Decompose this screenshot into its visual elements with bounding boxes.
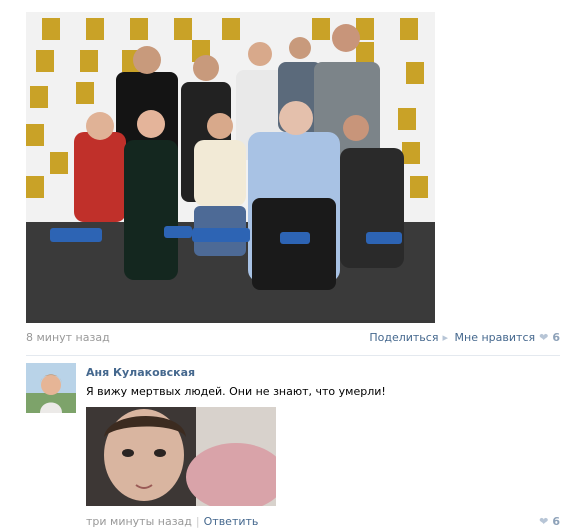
post-time[interactable]: 8 минут назад — [26, 331, 110, 344]
like-count: 6 — [552, 331, 560, 344]
comment-image[interactable] — [86, 407, 276, 506]
avatar-image — [26, 363, 76, 413]
heart-icon: ❤ — [539, 515, 549, 528]
heart-icon: ❤ — [539, 331, 549, 344]
comment-time[interactable]: три минуты назад — [86, 515, 192, 528]
comment-text: Я вижу мертвых людей. Они не знают, что … — [86, 385, 386, 398]
post-photo[interactable] — [26, 12, 435, 323]
group-photo-image — [26, 12, 435, 323]
like-button[interactable]: Мне нравится ❤ 6 — [455, 331, 560, 344]
post-meta: 8 минут назад Поделиться ▸ Мне нравится … — [26, 331, 560, 347]
like-label: Мне нравится — [454, 331, 536, 344]
comment-author-link[interactable]: Аня Кулаковская — [86, 366, 195, 379]
comment-like-button[interactable]: ❤ 6 — [539, 515, 560, 528]
footer-separator: | — [195, 515, 200, 528]
comment-footer: три минуты назад | Ответить — [86, 515, 258, 528]
reply-button[interactable]: Ответить — [204, 515, 259, 528]
comment-avatar[interactable] — [26, 363, 76, 413]
share-button[interactable]: Поделиться ▸ — [369, 331, 448, 344]
comment-like-count: 6 — [552, 515, 560, 528]
megaphone-icon: ▸ — [442, 331, 448, 344]
share-label: Поделиться — [369, 331, 439, 344]
divider — [26, 355, 560, 356]
comment-photo — [86, 407, 276, 506]
